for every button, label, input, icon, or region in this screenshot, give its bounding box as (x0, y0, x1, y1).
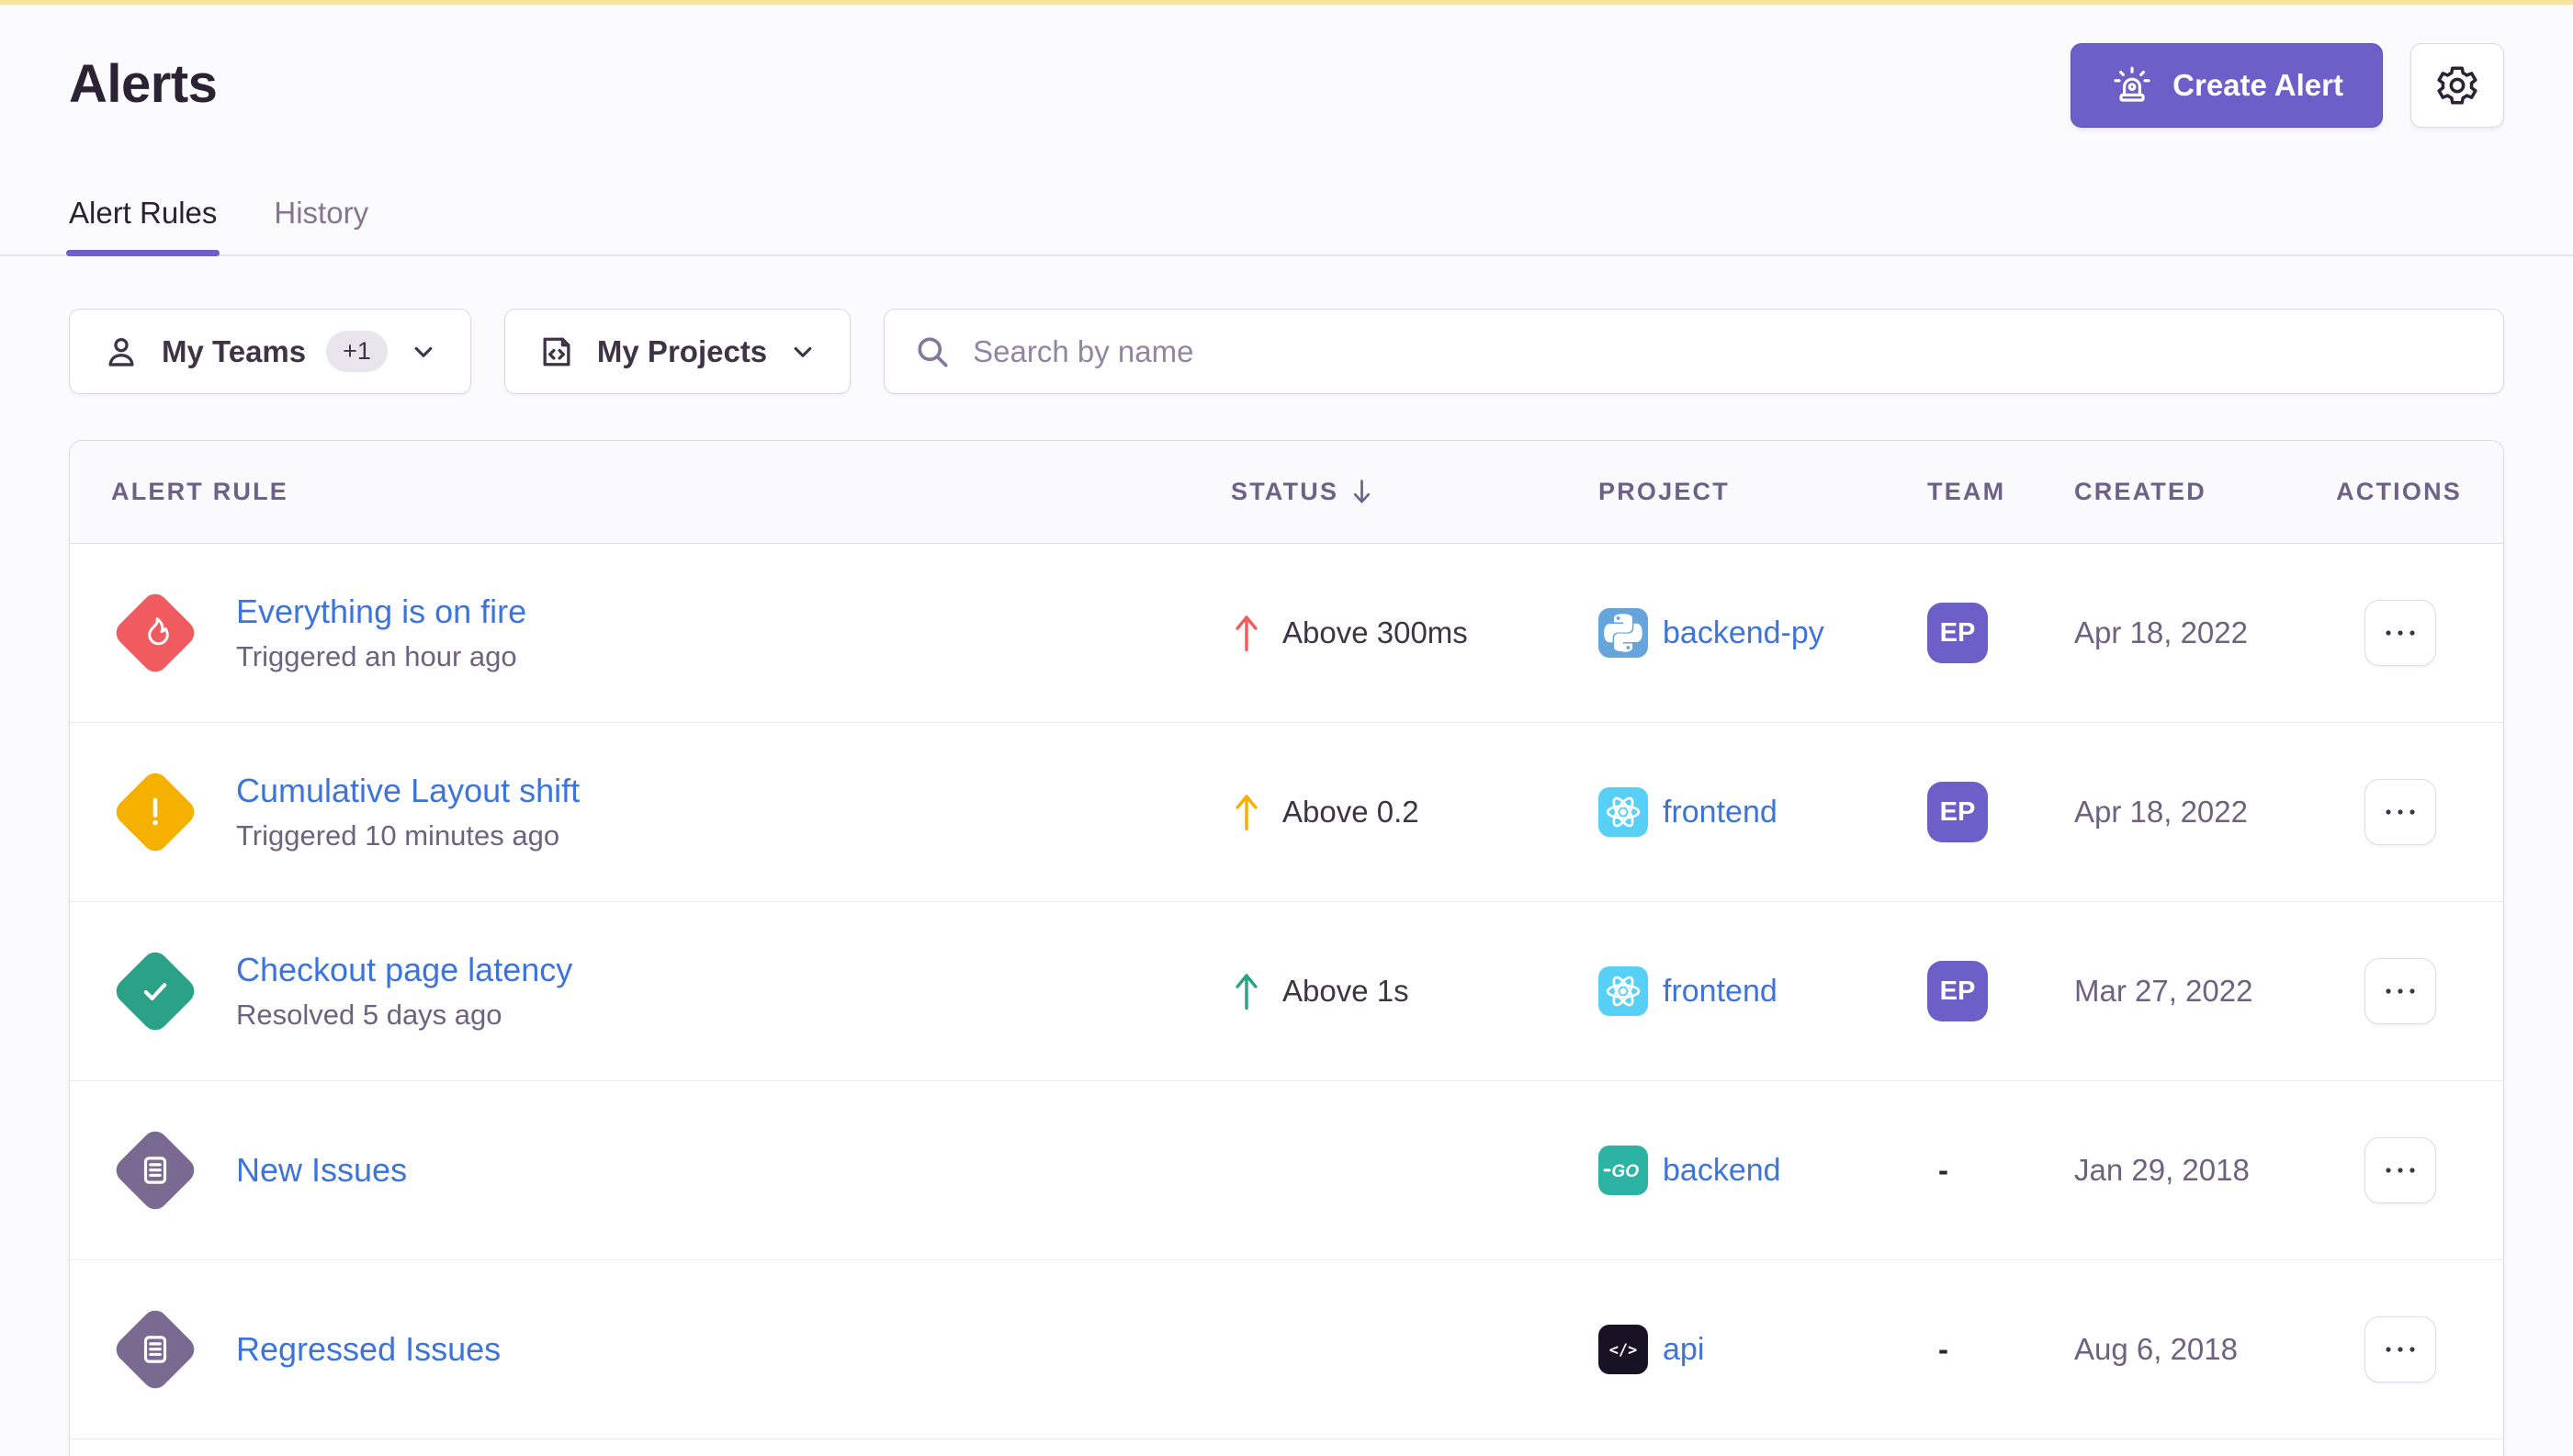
team-empty-value: - (1927, 1153, 1948, 1187)
status-text: Above 1s (1282, 974, 1409, 1009)
tab-alert-rules[interactable]: Alert Rules (69, 198, 217, 254)
column-header-alert-rule: ALERT RULE (111, 478, 1231, 506)
svg-text:</>: </> (1609, 1340, 1637, 1359)
alerts-tabs: Alert Rules History (0, 198, 2573, 256)
table-body: Everything is on fire Triggered an hour … (70, 544, 2503, 1439)
react-icon (1598, 966, 1648, 1016)
project-pages-icon (536, 332, 577, 372)
project-link[interactable]: backend-py (1663, 615, 1824, 651)
column-header-actions: ACTIONS (2297, 478, 2462, 506)
project-link[interactable]: backend (1663, 1153, 1781, 1189)
alert-rule-subtitle: Triggered 10 minutes ago (236, 819, 580, 852)
team-badge: EP (1927, 961, 1988, 1021)
user-icon (101, 332, 141, 372)
row-actions-button[interactable] (2364, 779, 2436, 845)
page-title: Alerts (69, 43, 217, 126)
team-empty-value: - (1927, 1332, 1948, 1366)
ellipsis-icon (2384, 1345, 2417, 1354)
table-header-row: ALERT RULE STATUS PROJECT TEAM CREATED A… (70, 441, 2503, 544)
chevron-down-icon (408, 336, 439, 367)
create-alert-label: Create Alert (2172, 68, 2343, 103)
alert-rule-link[interactable]: Checkout page latency (236, 951, 572, 989)
row-actions-button[interactable] (2364, 1137, 2436, 1203)
table-row: Checkout page latency Resolved 5 days ag… (70, 902, 2503, 1081)
arrow-up-icon (1231, 970, 1262, 1012)
search-input[interactable] (973, 334, 2476, 369)
created-date: Apr 18, 2022 (2074, 615, 2297, 650)
row-actions-button[interactable] (2364, 600, 2436, 666)
status-text: Above 300ms (1282, 615, 1468, 650)
project-link[interactable]: frontend (1663, 974, 1777, 1010)
arrow-up-icon (1231, 791, 1262, 833)
teams-extra-count-badge: +1 (326, 331, 388, 372)
create-alert-button[interactable]: Create Alert (2071, 43, 2383, 128)
created-date: Jan 29, 2018 (2074, 1153, 2297, 1188)
project-link[interactable]: api (1663, 1332, 1704, 1368)
status-cell: Above 300ms (1231, 612, 1598, 654)
tab-history[interactable]: History (274, 198, 368, 254)
issues-diamond-icon (111, 1126, 199, 1214)
status-cell: Above 1s (1231, 970, 1598, 1012)
filter-bar: My Teams +1 My Projects (69, 309, 2504, 394)
alert-rule-link[interactable]: New Issues (236, 1151, 407, 1190)
table-row: Regressed Issues </> api - Aug 6, 2018 (70, 1260, 2503, 1439)
status-text: Above 0.2 (1282, 795, 1419, 830)
settings-button[interactable] (2410, 43, 2504, 128)
warning-diamond-icon (111, 768, 199, 856)
alert-rule-link[interactable]: Regressed Issues (236, 1330, 501, 1369)
project-link[interactable]: frontend (1663, 795, 1777, 830)
chevron-down-icon (787, 336, 818, 367)
created-date: Mar 27, 2022 (2074, 974, 2297, 1009)
check-diamond-icon (111, 947, 199, 1035)
ellipsis-icon (2384, 1166, 2417, 1175)
siren-icon (2110, 63, 2154, 107)
teams-filter-label: My Teams (162, 334, 306, 369)
status-cell: Above 0.2 (1231, 791, 1598, 833)
issues-diamond-icon (111, 1305, 199, 1394)
column-header-project: PROJECT (1598, 478, 1927, 506)
react-icon (1598, 787, 1648, 837)
alert-rules-table: ALERT RULE STATUS PROJECT TEAM CREATED A… (69, 440, 2504, 1456)
gear-icon (2434, 62, 2480, 108)
code-icon: </> (1598, 1325, 1648, 1374)
created-date: Aug 6, 2018 (2074, 1332, 2297, 1367)
row-actions-button[interactable] (2364, 958, 2436, 1024)
fire-diamond-icon (111, 589, 199, 677)
alert-rule-subtitle: Triggered an hour ago (236, 640, 526, 673)
teams-filter-dropdown[interactable]: My Teams +1 (69, 309, 471, 394)
ellipsis-icon (2384, 807, 2417, 817)
team-badge: EP (1927, 782, 1988, 842)
go-icon: GO (1598, 1146, 1648, 1195)
ellipsis-icon (2384, 628, 2417, 638)
projects-filter-label: My Projects (597, 334, 767, 369)
search-box (884, 309, 2504, 394)
alert-rule-link[interactable]: Everything is on fire (236, 593, 526, 631)
table-row: Cumulative Layout shift Triggered 10 min… (70, 723, 2503, 902)
ellipsis-icon (2384, 987, 2417, 996)
page-header: Alerts Create Alert (69, 5, 2504, 128)
search-icon (912, 332, 953, 372)
arrow-up-icon (1231, 612, 1262, 654)
projects-filter-dropdown[interactable]: My Projects (504, 309, 851, 394)
alert-rule-link[interactable]: Cumulative Layout shift (236, 772, 580, 810)
sort-arrow-down-icon (1349, 478, 1374, 507)
python-icon (1598, 608, 1648, 658)
column-header-created: CREATED (2074, 478, 2297, 506)
column-header-status[interactable]: STATUS (1231, 478, 1598, 507)
svg-text:GO: GO (1611, 1162, 1639, 1181)
created-date: Apr 18, 2022 (2074, 795, 2297, 830)
alert-rule-subtitle: Resolved 5 days ago (236, 999, 572, 1032)
row-actions-button[interactable] (2364, 1316, 2436, 1383)
table-row: New Issues GO backend - Jan 29, 2018 (70, 1081, 2503, 1260)
team-badge: EP (1927, 603, 1988, 663)
alerts-page: Alerts Create Alert Alert Rules (0, 5, 2573, 1456)
column-header-team: TEAM (1927, 478, 2074, 506)
table-row: Everything is on fire Triggered an hour … (70, 544, 2503, 723)
